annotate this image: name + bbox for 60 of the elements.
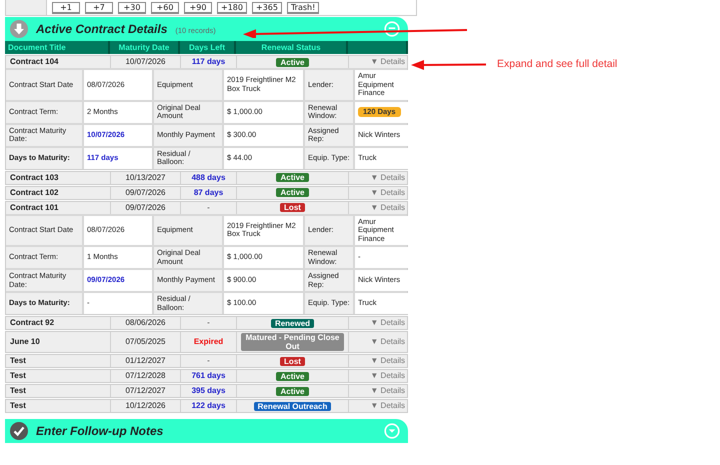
days-left-cell: 395 days <box>181 385 237 397</box>
document-title-cell: Test <box>6 385 111 397</box>
maturity-date-cell: 09/07/2026 <box>111 186 181 198</box>
days-left-cell: 87 days <box>181 186 237 198</box>
days-left-cell: 122 days <box>181 400 237 412</box>
document-title-cell: Test <box>6 355 111 367</box>
status-badge: Active <box>276 372 308 380</box>
quick-date-button[interactable]: +1 <box>52 2 80 14</box>
quick-date-button[interactable]: Trash! <box>286 2 320 14</box>
status-badge: Active <box>276 386 308 396</box>
details-toggle[interactable]: ▼ Details <box>370 172 405 182</box>
days-left-cell: Expired <box>181 332 237 352</box>
down-arrow-circle-icon <box>10 20 28 38</box>
annotation-text: Expand and see full detail <box>497 58 618 70</box>
section-title: Enter Follow-up Notes <box>36 424 164 438</box>
document-title-cell: June 10 <box>6 332 111 352</box>
details-toggle[interactable]: ▼ Details <box>370 356 405 366</box>
status-badge: Lost <box>280 203 305 212</box>
details-toggle[interactable]: ▼ Details <box>370 318 405 328</box>
status-badge: Matured - Pending Close Out <box>241 333 344 351</box>
status-badge: Active <box>276 58 308 66</box>
status-badge: Active <box>276 173 308 182</box>
document-title-cell: Contract 92 <box>6 317 111 329</box>
details-toggle[interactable]: ▼ Details <box>370 401 405 411</box>
collapse-toggle-icon[interactable] <box>384 21 400 37</box>
status-badge: Renewal Outreach <box>254 402 332 410</box>
status-badge: Active <box>276 188 308 197</box>
status-badge: Renewed <box>270 318 314 328</box>
details-toggle[interactable]: ▼ Details <box>370 188 405 198</box>
maturity-date-cell: 10/12/2026 <box>111 400 181 412</box>
section-header[interactable]: Enter Follow-up Notes <box>5 419 408 443</box>
quick-date-button[interactable]: +365 <box>252 2 282 14</box>
maturity-date-cell: 07/05/2025 <box>111 332 181 352</box>
days-left-cell: 488 days <box>181 172 237 184</box>
maturity-date-cell: 10/13/2027 <box>111 172 181 184</box>
details-toggle[interactable]: ▼ Details <box>370 386 405 396</box>
quick-date-button[interactable]: +90 <box>184 2 212 14</box>
maturity-date-cell: 08/06/2026 <box>111 317 181 329</box>
quick-date-button[interactable]: +60 <box>151 2 179 14</box>
days-left-cell: - <box>181 317 237 329</box>
checkmark-circle-icon <box>10 422 28 440</box>
document-title-cell: Contract 102 <box>6 186 111 198</box>
details-toggle[interactable]: ▼ Details <box>370 371 405 381</box>
document-title-cell: Contract 103 <box>6 172 111 184</box>
details-toggle[interactable]: ▼ Details <box>370 337 405 347</box>
section-title: Active Contract Details <box>36 22 168 36</box>
details-toggle[interactable]: ▼ Details <box>370 57 405 67</box>
quick-date-button[interactable]: +30 <box>118 2 146 14</box>
document-title-cell: Test <box>6 370 111 382</box>
maturity-date-cell: 07/12/2028 <box>111 370 181 382</box>
maturity-date-cell: 01/12/2027 <box>111 355 181 367</box>
quick-date-button[interactable]: +180 <box>217 2 247 14</box>
expand-toggle-icon[interactable] <box>384 423 400 439</box>
quick-date-button[interactable]: +7 <box>85 2 113 14</box>
days-left-cell: - <box>181 355 237 367</box>
document-title-cell: Test <box>6 400 111 412</box>
days-left-cell: 761 days <box>181 370 237 382</box>
status-badge: Lost <box>280 356 305 366</box>
details-toggle[interactable]: ▼ Details <box>370 202 405 212</box>
maturity-date-cell: 07/12/2027 <box>111 385 181 397</box>
